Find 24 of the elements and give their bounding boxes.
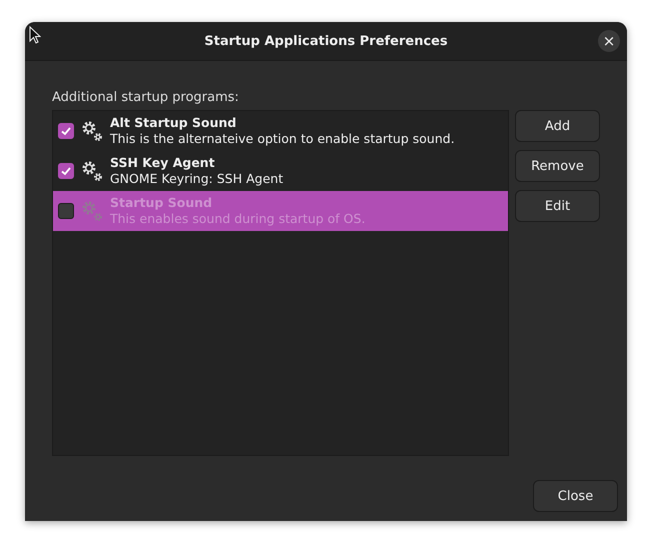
checkbox[interactable] bbox=[58, 203, 74, 219]
mouse-pointer-icon bbox=[29, 26, 41, 44]
gears-icon bbox=[80, 159, 104, 183]
window-title: Startup Applications Preferences bbox=[204, 34, 448, 48]
checkbox[interactable] bbox=[58, 163, 74, 179]
checkbox[interactable] bbox=[58, 123, 74, 139]
close-button[interactable]: × bbox=[598, 30, 620, 52]
list-label: Additional startup programs: bbox=[52, 90, 240, 105]
program-name: SSH Key Agent bbox=[110, 155, 216, 171]
program-description: GNOME Keyring: SSH Agent bbox=[110, 171, 284, 187]
program-description: This enables sound during startup of OS. bbox=[110, 211, 366, 227]
program-name: Alt Startup Sound bbox=[110, 115, 238, 131]
gears-icon bbox=[80, 119, 104, 143]
action-button[interactable]: Add bbox=[515, 110, 600, 142]
gears-icon bbox=[80, 199, 104, 223]
checkmark-icon bbox=[60, 165, 72, 177]
action-button[interactable]: Edit bbox=[515, 190, 600, 222]
program-row[interactable]: Alt Startup Sound This is the alternateive option to enable startup sound. bbox=[53, 111, 508, 151]
program-name: Startup Sound bbox=[110, 195, 214, 211]
close-dialog-button[interactable]: Close bbox=[533, 480, 618, 512]
program-description: This is the alternateive option to enable startup sound. bbox=[110, 131, 455, 147]
action-button[interactable]: Remove bbox=[515, 150, 600, 182]
checkmark-icon bbox=[60, 125, 72, 137]
program-row[interactable]: SSH Key Agent GNOME Keyring: SSH Agent bbox=[53, 151, 508, 191]
